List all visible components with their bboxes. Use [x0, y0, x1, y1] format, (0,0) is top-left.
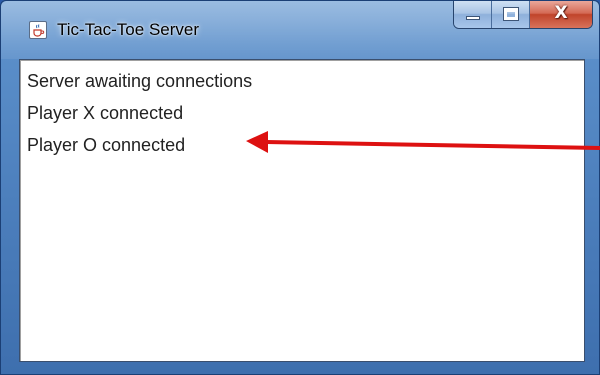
- red-arrow-annotation: [246, 131, 600, 153]
